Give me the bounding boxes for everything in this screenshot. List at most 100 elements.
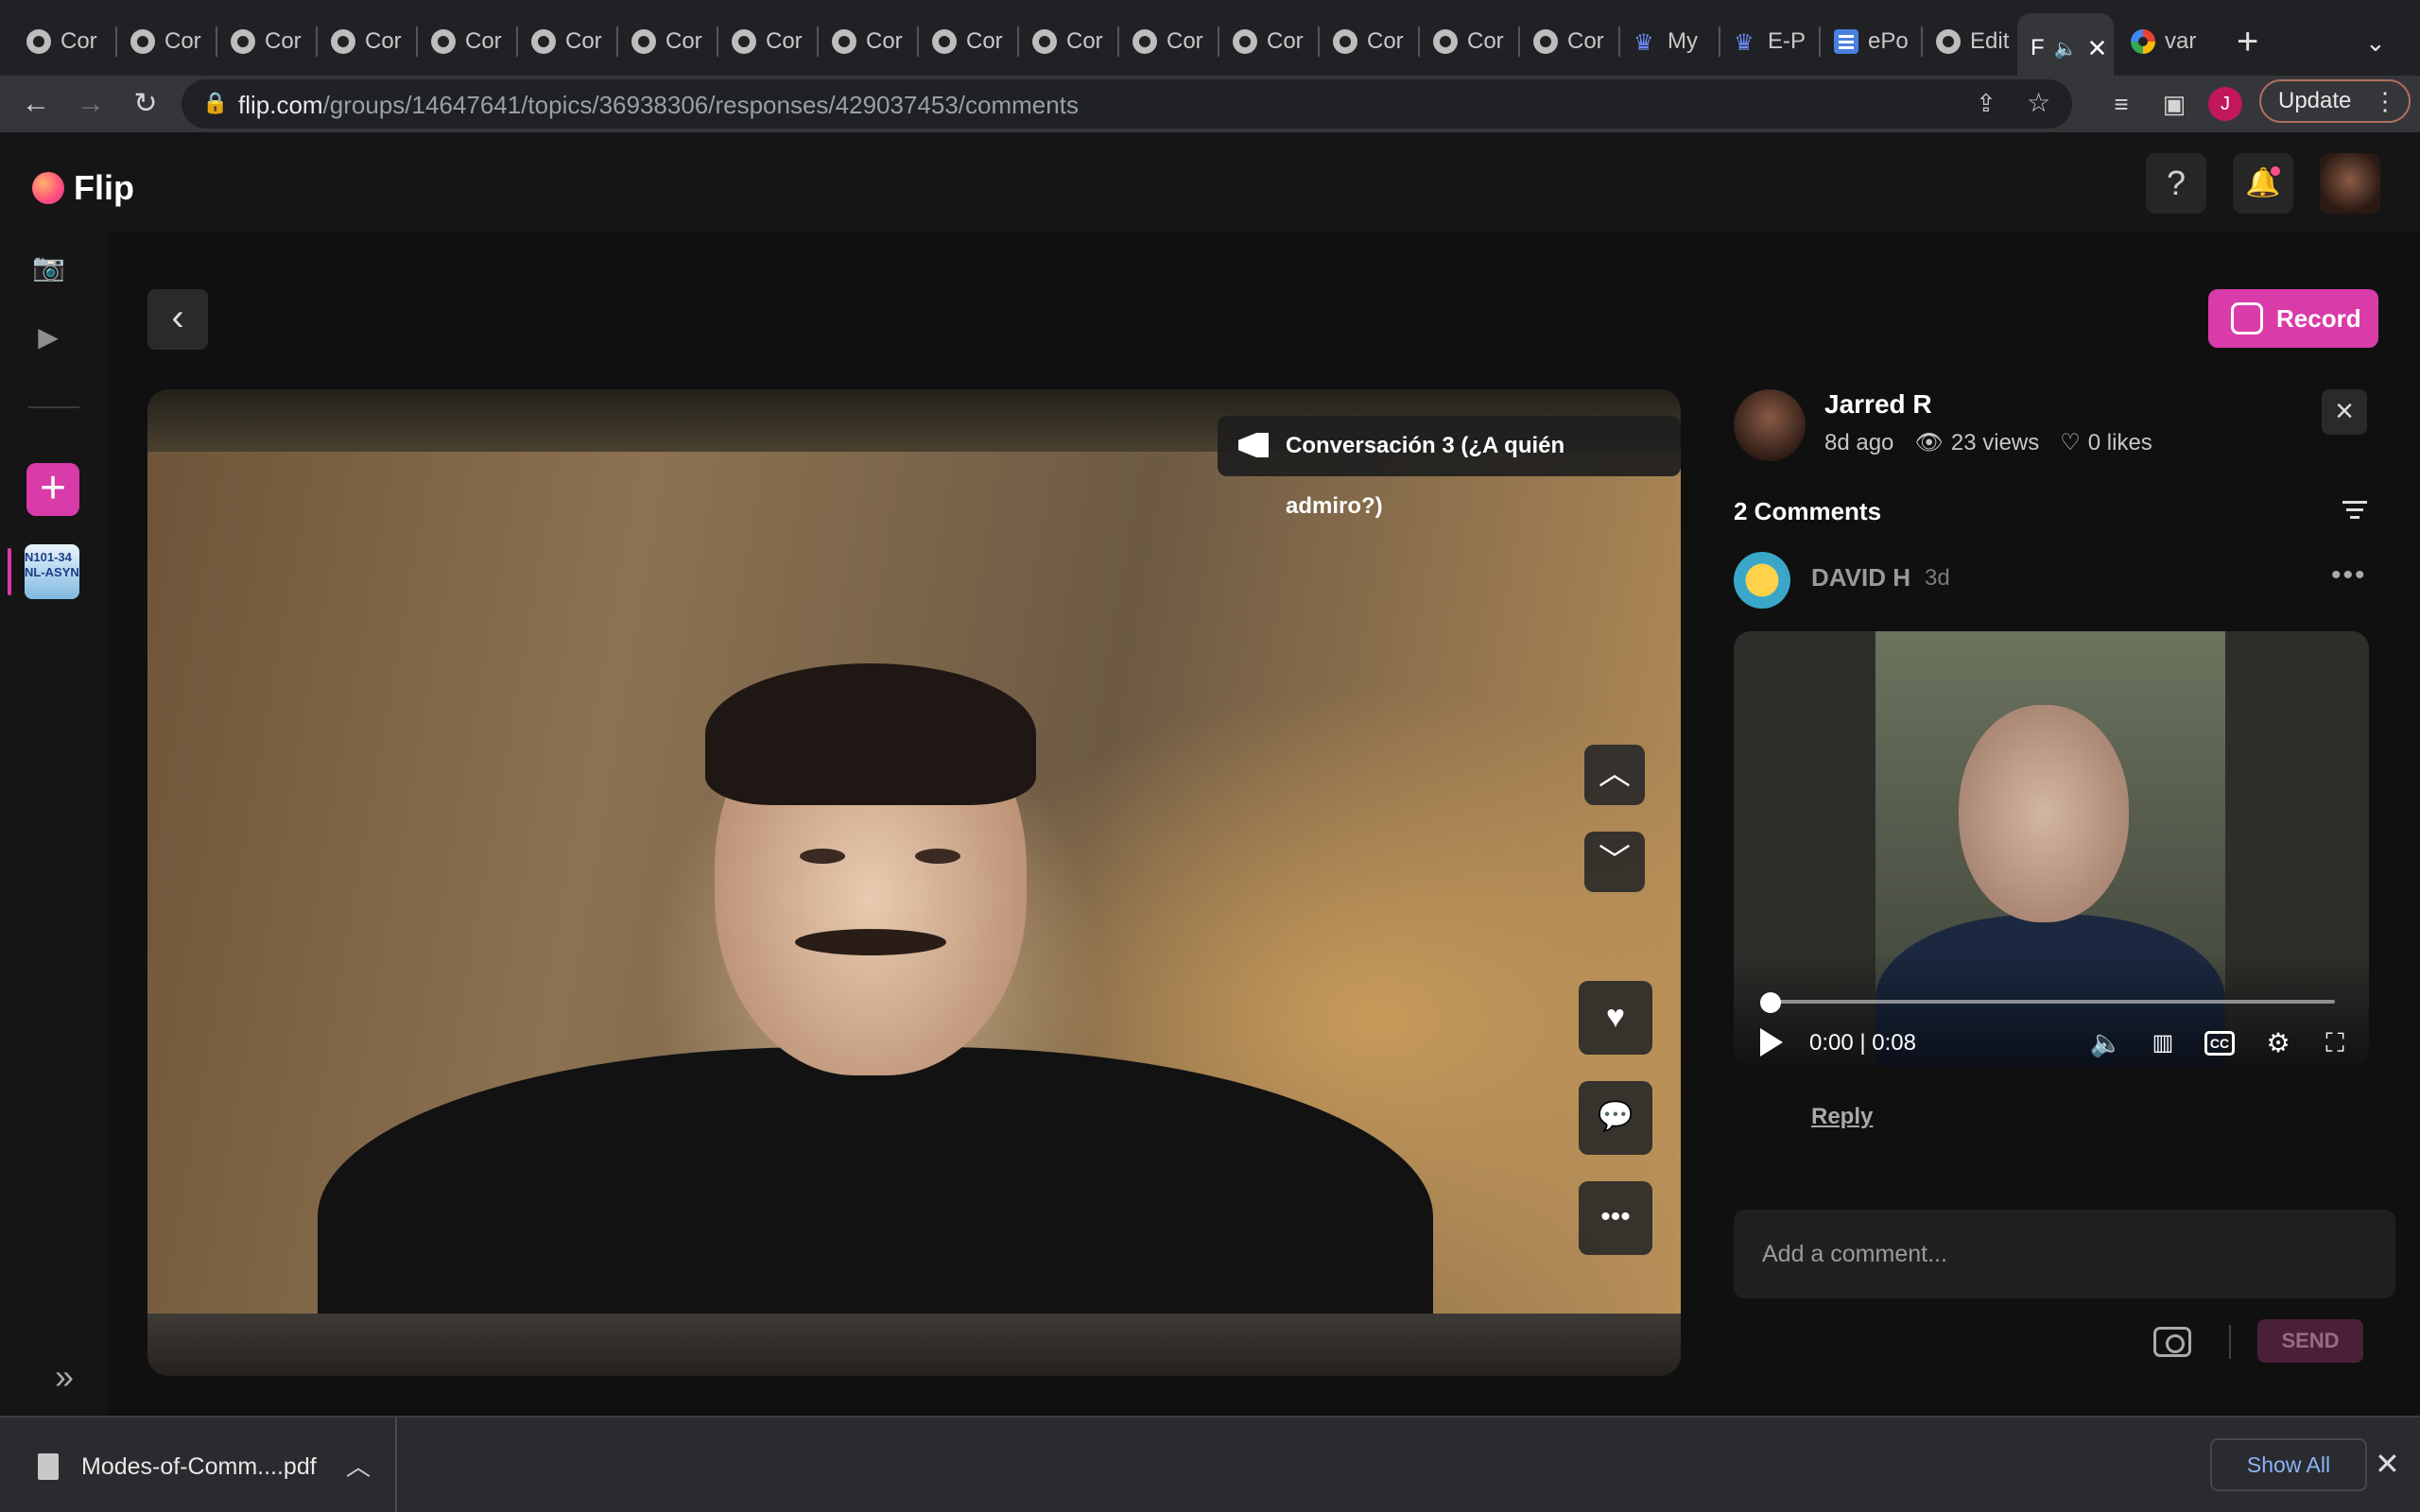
browser-tab[interactable]: ePo <box>1821 15 1915 68</box>
close-tab-icon[interactable]: ✕ <box>2087 34 2108 63</box>
browser-tab[interactable]: Cor <box>117 15 208 68</box>
bookmark-star-icon[interactable]: ☆ <box>2027 87 2050 118</box>
filter-sort-icon[interactable] <box>2342 501 2367 520</box>
google-icon <box>2131 29 2155 54</box>
new-tab-button[interactable]: + <box>2237 21 2258 63</box>
share-icon[interactable]: ⇪ <box>1976 89 1996 118</box>
forward-arrow-icon[interactable]: → <box>72 79 110 129</box>
user-avatar-button[interactable] <box>2320 153 2380 214</box>
active-group-indicator <box>8 548 11 595</box>
author-name[interactable]: Jarred R <box>1824 389 1932 420</box>
send-button[interactable]: SEND <box>2257 1319 2363 1363</box>
flip-logo-icon <box>32 172 64 204</box>
download-item[interactable]: Modes-of-Comm....pdf ︿ <box>0 1418 397 1512</box>
browser-tab[interactable]: Cor <box>618 15 709 68</box>
update-button[interactable]: Update ⋮ <box>2259 79 2411 123</box>
globe-icon <box>1936 29 1961 54</box>
speaker-icon: 🔈 <box>2053 38 2078 60</box>
video-controls: 0:00 | 0:08 🔈 ▥ CC ⚙ ⛶ <box>1734 953 2369 1066</box>
record-camera-icon <box>2231 302 2263 335</box>
response-video-player[interactable]: Conversación 3 (¿A quién admiro?) ︿ ﹀ ♥ … <box>147 389 1681 1376</box>
notification-badge <box>2269 164 2282 178</box>
flip-logo[interactable]: Flip <box>32 168 134 208</box>
browser-tab[interactable]: ♛ E-P <box>1720 15 1811 68</box>
browser-tab[interactable]: Cor <box>819 15 909 68</box>
browser-tab[interactable]: Cor <box>1219 15 1310 68</box>
tab-search-chevron-icon[interactable]: ⌄ <box>2365 28 2386 58</box>
group-thumbnail[interactable]: N101-34 NL-ASYN <box>25 544 79 599</box>
commenter-name[interactable]: DAVID H <box>1811 563 1910 593</box>
expand-rail-icon[interactable]: » <box>55 1357 74 1397</box>
browser-tab[interactable]: var <box>2118 15 2208 68</box>
globe-icon <box>331 29 355 54</box>
reload-icon[interactable]: ↻ <box>127 79 164 129</box>
globe-icon <box>732 29 756 54</box>
response-age: 8d ago <box>1824 429 1894 455</box>
browser-tab[interactable]: Cor <box>318 15 408 68</box>
videos-icon[interactable]: ▶ <box>32 321 64 353</box>
record-button[interactable]: Record <box>2208 289 2378 348</box>
browser-tab[interactable]: Edit <box>1923 15 2014 68</box>
close-shelf-icon[interactable]: ✕ <box>2375 1446 2400 1482</box>
add-group-button[interactable]: + <box>26 463 79 516</box>
browser-tab[interactable]: Cor <box>13 15 104 68</box>
download-file-name: Modes-of-Comm....pdf <box>81 1453 317 1480</box>
response-meta: 8d ago 👁 23 views ♡ 0 likes <box>1824 429 2152 456</box>
back-arrow-icon[interactable]: ← <box>17 79 55 129</box>
back-button[interactable]: ‹ <box>147 289 208 350</box>
media-control-icon[interactable]: ≡ <box>2102 79 2140 129</box>
chevron-up-icon[interactable]: ︿ <box>346 1448 371 1483</box>
fullscreen-icon[interactable]: ⛶ <box>2318 1026 2352 1060</box>
browser-tab[interactable]: Cor <box>718 15 809 68</box>
add-comment-input[interactable] <box>1734 1210 2395 1298</box>
globe-icon <box>1333 29 1357 54</box>
camera-icon[interactable] <box>2153 1327 2191 1357</box>
play-icon[interactable] <box>1760 1028 1783 1057</box>
comment-more-icon[interactable]: ••• <box>2331 559 2367 592</box>
browser-tab[interactable]: Cor <box>518 15 609 68</box>
close-panel-button[interactable]: × <box>2322 389 2367 435</box>
browser-tab-strip: Cor Cor Cor Cor Cor Cor Cor Cor Cor Cor … <box>0 0 2420 83</box>
browser-tab[interactable]: Cor <box>1019 15 1110 68</box>
browser-tab[interactable]: Cor <box>217 15 308 68</box>
browser-tab[interactable]: Cor <box>1320 15 1410 68</box>
comment-button[interactable]: 💬 <box>1579 1081 1652 1155</box>
browser-tab[interactable]: Cor <box>1420 15 1511 68</box>
address-bar[interactable]: 🔒 flip.com/groups/14647641/topics/369383… <box>182 79 2072 129</box>
browser-tab[interactable]: ♛ My <box>1620 15 1711 68</box>
volume-icon[interactable]: 🔈 <box>2089 1026 2123 1060</box>
like-button[interactable]: ♥ <box>1579 981 1652 1055</box>
comment-bubble-icon: 💬 <box>1598 1101 1634 1132</box>
side-panel-icon[interactable]: ▣ <box>2155 79 2193 129</box>
globe-icon <box>631 29 656 54</box>
globe-icon <box>1233 29 1257 54</box>
browser-tab[interactable]: Cor <box>418 15 509 68</box>
main-content: ‹ Record Conversación 3 (¿A quién admiro… <box>108 232 2420 1416</box>
comments-panel: Jarred R 8d ago 👁 23 views ♡ 0 likes × 2 C… <box>1734 389 2395 1376</box>
captions-icon[interactable]: CC <box>2204 1031 2235 1056</box>
settings-gear-icon[interactable]: ⚙ <box>2261 1026 2295 1060</box>
reply-link[interactable]: Reply <box>1811 1104 1873 1130</box>
chevron-up-icon: ︿ <box>1599 756 1631 792</box>
topic-title-chip[interactable]: Conversación 3 (¿A quién admiro?) <box>1218 416 1681 519</box>
show-all-downloads-button[interactable]: Show All <box>2210 1438 2367 1491</box>
heart-outline-icon: ♡ <box>2060 430 2081 455</box>
comment-video-player[interactable]: 0:00 | 0:08 🔈 ▥ CC ⚙ ⛶ <box>1734 631 2369 1066</box>
profile-avatar[interactable]: J <box>2208 87 2242 121</box>
seek-knob[interactable] <box>1760 992 1781 1013</box>
more-options-button[interactable]: ••• <box>1579 1181 1652 1255</box>
browser-tab[interactable]: Cor <box>1520 15 1611 68</box>
seek-bar[interactable] <box>1768 1000 2335 1004</box>
browser-tab[interactable]: Cor <box>919 15 1010 68</box>
commenter-avatar[interactable] <box>1734 552 1790 609</box>
browser-tab[interactable]: Cor <box>1119 15 1210 68</box>
notifications-button[interactable]: 🔔 <box>2233 153 2293 214</box>
globe-icon <box>231 29 255 54</box>
author-avatar[interactable] <box>1734 389 1806 461</box>
browser-tab-active[interactable]: F 🔈 ✕ <box>2017 13 2114 83</box>
next-response-button[interactable]: ﹀ <box>1584 832 1645 892</box>
previous-response-button[interactable]: ︿ <box>1584 745 1645 805</box>
picture-in-picture-icon[interactable]: ▥ <box>2146 1026 2180 1060</box>
camera-icon[interactable]: 📷 <box>32 251 65 284</box>
help-button[interactable]: ? <box>2146 153 2206 214</box>
